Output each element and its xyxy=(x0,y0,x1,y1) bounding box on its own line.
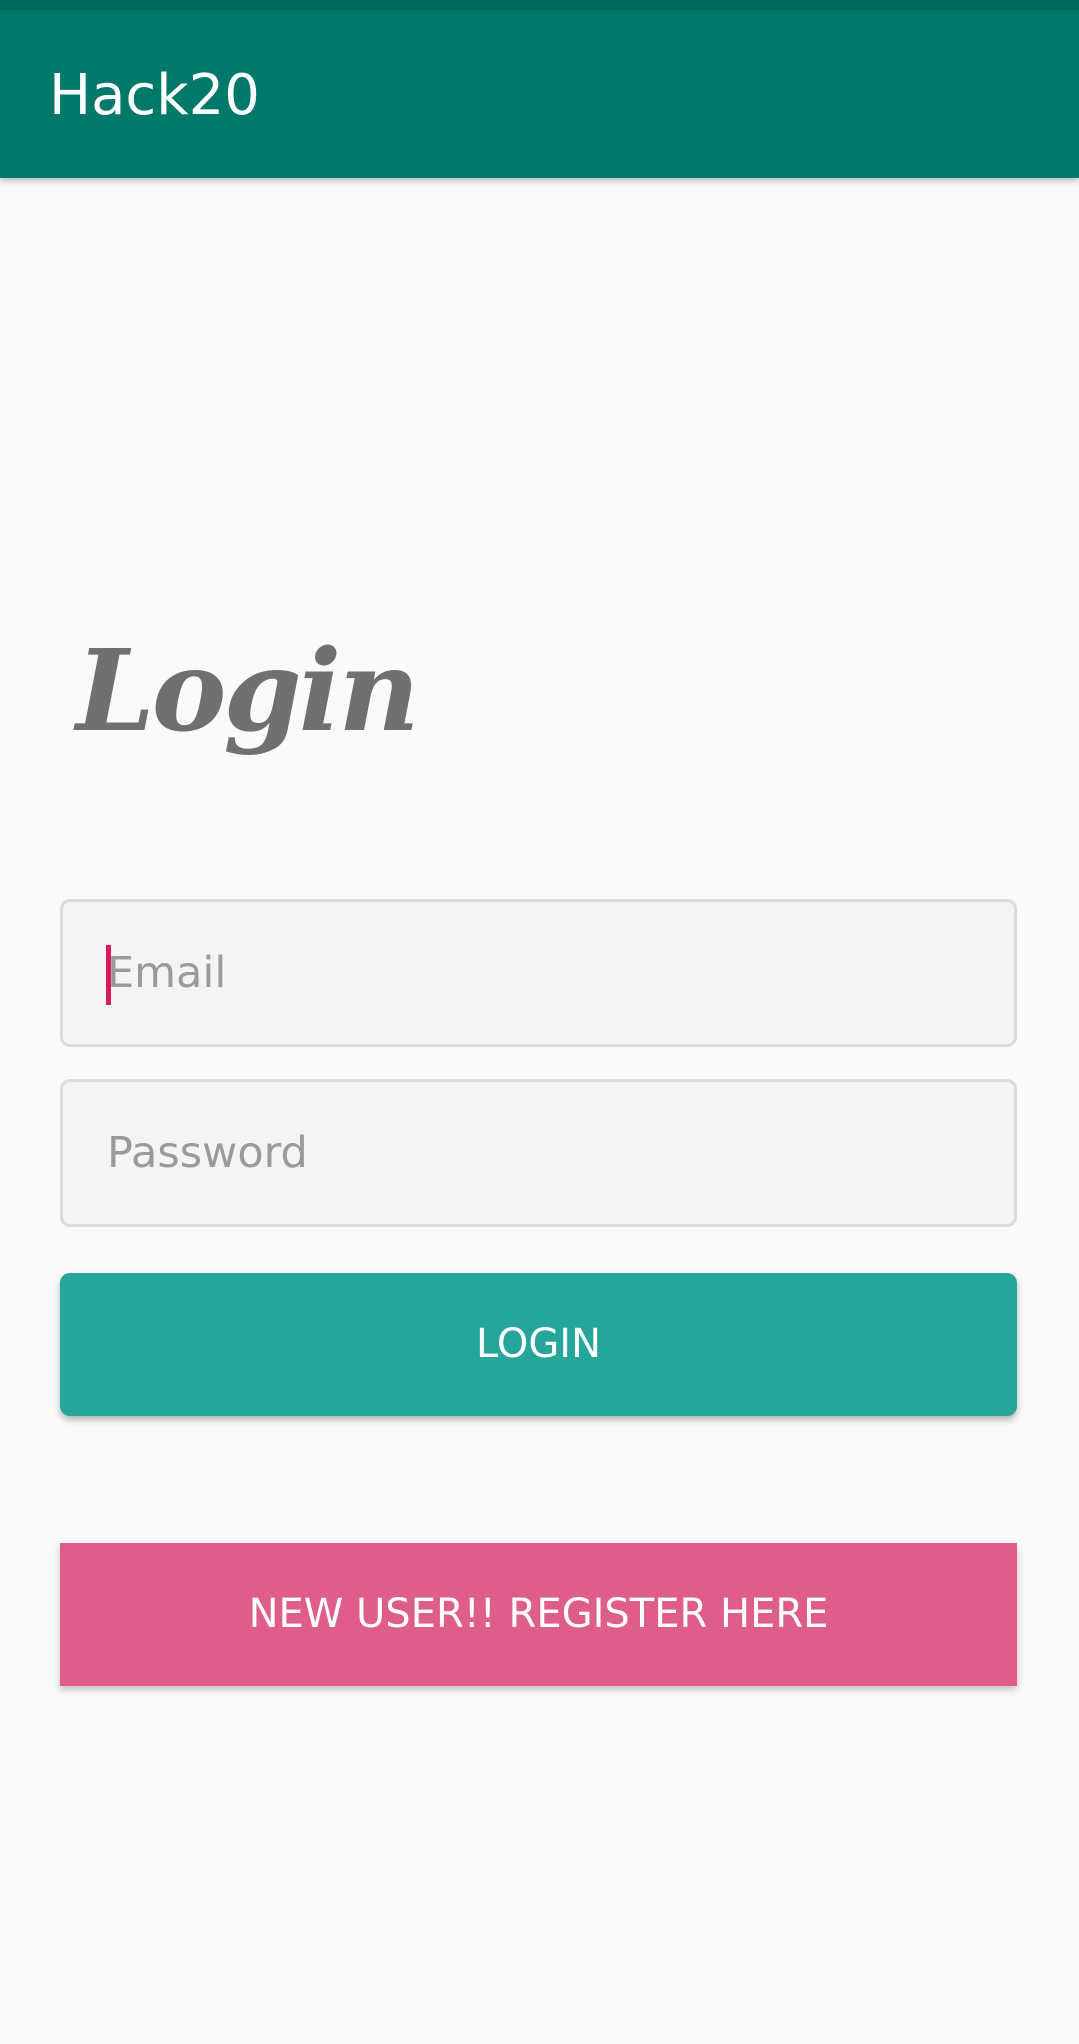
app-title: Hack20 xyxy=(49,63,260,128)
status-bar xyxy=(0,0,1079,10)
email-input[interactable] xyxy=(63,902,1014,1044)
text-cursor xyxy=(106,945,111,1005)
password-field[interactable] xyxy=(60,1079,1017,1227)
login-button[interactable]: LOGIN xyxy=(60,1273,1017,1416)
password-input[interactable] xyxy=(63,1082,1014,1224)
login-heading: Login xyxy=(76,626,420,757)
app-bar: Hack20 xyxy=(0,10,1079,178)
register-button[interactable]: NEW USER!! REGISTER HERE xyxy=(60,1543,1017,1686)
email-field[interactable] xyxy=(60,899,1017,1047)
